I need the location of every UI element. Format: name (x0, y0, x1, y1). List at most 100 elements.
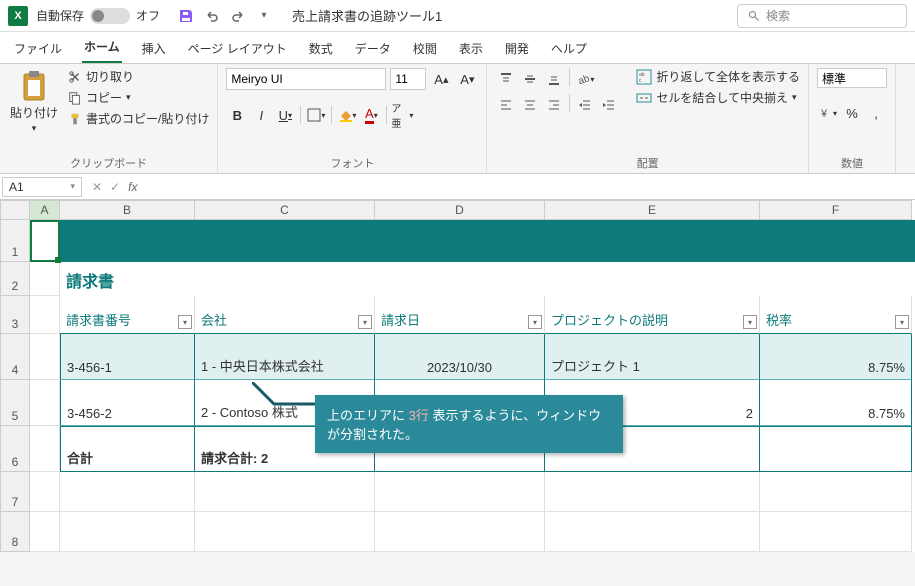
filter-button[interactable]: ▾ (528, 315, 542, 329)
align-right-icon[interactable] (543, 94, 565, 116)
tab-insert[interactable]: 挿入 (140, 34, 168, 63)
border-button[interactable]: ▾ (305, 104, 327, 126)
decrease-indent-icon[interactable] (574, 94, 596, 116)
undo-icon[interactable] (204, 8, 220, 24)
cell[interactable] (545, 512, 760, 552)
italic-button[interactable]: I (250, 104, 272, 126)
cell[interactable] (375, 472, 545, 512)
cell[interactable] (30, 380, 60, 426)
cells-area[interactable]: 請求書 請求書番号▾ 会社▾ 請求日▾ プロジェクトの説明▾ 税率▾ 3-456… (30, 220, 915, 552)
col-header-C[interactable]: C (195, 200, 375, 220)
save-icon[interactable] (178, 8, 194, 24)
cell[interactable] (375, 512, 545, 552)
col-header-E[interactable]: E (545, 200, 760, 220)
align-top-icon[interactable] (495, 68, 517, 90)
table-cell[interactable]: 3-456-1 (60, 334, 195, 380)
col-header-A[interactable]: A (30, 200, 60, 220)
active-cell-A1[interactable] (30, 220, 60, 262)
font-size-select[interactable] (390, 68, 426, 90)
tableir-company[interactable]: 会社▾ (195, 296, 375, 334)
row-header-1[interactable]: 1 (0, 220, 30, 262)
tab-formulas[interactable]: 数式 (307, 34, 335, 63)
font-name-select[interactable] (226, 68, 386, 90)
filter-button[interactable]: ▾ (743, 315, 757, 329)
cell[interactable] (30, 296, 60, 334)
cell[interactable] (195, 262, 375, 296)
table-cell[interactable]: プロジェクト 1 (545, 334, 760, 380)
accounting-format-icon[interactable]: ¥▾ (817, 102, 839, 124)
increase-font-icon[interactable]: A▴ (430, 68, 452, 90)
tab-data[interactable]: データ (353, 34, 393, 63)
col-header-B[interactable]: B (60, 200, 195, 220)
tab-page-layout[interactable]: ページ レイアウト (186, 34, 289, 63)
qat-dropdown-icon[interactable]: ▾ (256, 8, 272, 24)
merge-center-button[interactable]: セルを結合して中央揃え ▾ (636, 89, 800, 106)
cell[interactable] (30, 334, 60, 380)
table-cell[interactable]: 3-456-2 (60, 380, 195, 426)
cell[interactable] (545, 262, 760, 296)
number-format-select[interactable] (817, 68, 887, 88)
underline-button[interactable]: U ▾ (274, 104, 296, 126)
filter-button[interactable]: ▾ (178, 315, 192, 329)
table-cell[interactable]: 8.75% (760, 334, 912, 380)
cut-button[interactable]: 切り取り (68, 68, 209, 85)
table-cell[interactable] (760, 426, 912, 472)
cell[interactable] (30, 426, 60, 472)
row-header-5[interactable]: 5 (0, 380, 30, 426)
row-header-4[interactable]: 4 (0, 334, 30, 380)
fill-color-button[interactable]: ▾ (336, 104, 358, 126)
tab-home[interactable]: ホーム (82, 32, 122, 63)
filter-button[interactable]: ▾ (358, 315, 372, 329)
toggle-switch[interactable] (90, 8, 130, 24)
sheet-title[interactable]: 請求書 (60, 262, 195, 296)
filter-button[interactable]: ▾ (895, 315, 909, 329)
col-header-F[interactable]: F (760, 200, 912, 220)
table-header-tax-rate[interactable]: 税率▾ (760, 296, 912, 334)
align-middle-icon[interactable] (519, 68, 541, 90)
cancel-icon[interactable]: ✕ (92, 180, 102, 194)
cell[interactable] (195, 472, 375, 512)
enter-icon[interactable]: ✓ (110, 180, 120, 194)
format-painter-button[interactable]: 書式のコピー/貼り付け (68, 110, 209, 127)
copy-button[interactable]: コピー ▾ (68, 89, 209, 106)
cell[interactable] (30, 472, 60, 512)
tab-review[interactable]: 校閲 (411, 34, 439, 63)
orientation-icon[interactable]: ab▾ (574, 68, 596, 90)
tab-developer[interactable]: 開発 (503, 34, 531, 63)
table-cell[interactable]: 8.75% (760, 380, 912, 426)
table-header-project-desc[interactable]: プロジェクトの説明▾ (545, 296, 760, 334)
tab-help[interactable]: ヘルプ (549, 34, 589, 63)
phonetic-button[interactable]: ア亜▾ (391, 104, 413, 126)
table-header-invoice-no[interactable]: 請求書番号▾ (60, 296, 195, 334)
cell[interactable] (545, 472, 760, 512)
redo-icon[interactable] (230, 8, 246, 24)
percent-format-icon[interactable]: % (841, 102, 863, 124)
search-box[interactable]: 検索 (737, 4, 907, 28)
row-header-7[interactable]: 7 (0, 472, 30, 512)
decrease-font-icon[interactable]: A▾ (456, 68, 478, 90)
tab-file[interactable]: ファイル (12, 34, 64, 63)
font-color-button[interactable]: A▾ (360, 104, 382, 126)
row-header-2[interactable]: 2 (0, 262, 30, 296)
tab-view[interactable]: 表示 (457, 34, 485, 63)
table-cell[interactable]: 1 - 中央日本株式会社 (195, 334, 375, 380)
total-label[interactable]: 合計 (60, 426, 195, 472)
align-center-icon[interactable] (519, 94, 541, 116)
autosave-toggle[interactable]: 自動保存 オフ (36, 7, 160, 24)
wrap-text-button[interactable]: abc 折り返して全体を表示する (636, 68, 800, 85)
name-box[interactable]: A1 ▾ (2, 177, 82, 197)
row-header-8[interactable]: 8 (0, 512, 30, 552)
align-left-icon[interactable] (495, 94, 517, 116)
paste-button[interactable]: 貼り付け ▾ (8, 68, 60, 153)
table-cell[interactable]: 2023/10/30 (375, 334, 545, 380)
cell[interactable] (760, 472, 912, 512)
row-header-6[interactable]: 6 (0, 426, 30, 472)
increase-indent-icon[interactable] (598, 94, 620, 116)
cell[interactable] (375, 262, 545, 296)
select-all-corner[interactable] (0, 200, 30, 220)
cell[interactable] (195, 512, 375, 552)
fx-icon[interactable]: fx (128, 180, 137, 194)
cell[interactable] (760, 262, 912, 296)
table-header-invoice-date[interactable]: 請求日▾ (375, 296, 545, 334)
cell[interactable] (30, 262, 60, 296)
